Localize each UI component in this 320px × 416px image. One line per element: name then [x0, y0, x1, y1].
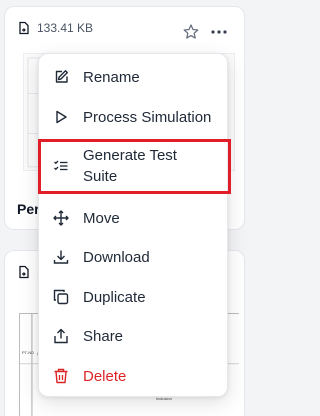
file-icon [19, 21, 29, 35]
menu-item-share[interactable]: Share [39, 325, 229, 347]
menu-item-duplicate[interactable]: Duplicate [39, 286, 229, 308]
pencil-icon [55, 70, 68, 83]
menu-item-download[interactable]: Download [39, 246, 229, 268]
menu-item-process-simulation[interactable]: Process Simulation [39, 106, 229, 128]
checklist-icon [54, 160, 68, 171]
menu-item-label: Share [83, 327, 124, 345]
menu-item-label: Download [83, 248, 150, 266]
menu-item-label: Move [83, 209, 120, 227]
move-arrows-icon [53, 210, 69, 226]
trash-icon [54, 368, 68, 384]
duplicate-icon [53, 289, 69, 305]
menu-item-generate-test-suite[interactable]: Generate Test Suite [39, 144, 229, 188]
file-context-menu: Rename Process Simulation Generate Test … [38, 53, 228, 397]
menu-item-label: Rename [83, 68, 140, 86]
download-icon [53, 250, 69, 264]
menu-item-label-line: Suite [83, 168, 118, 185]
diagram-label: PT-ND [22, 350, 34, 355]
menu-item-rename[interactable]: Rename [39, 66, 229, 88]
share-icon [54, 328, 68, 344]
menu-item-label-line: Generate Test [83, 147, 177, 164]
menu-item-label: Delete [83, 367, 127, 385]
file-title: Per [17, 201, 40, 217]
play-icon [56, 110, 67, 124]
menu-item-label: Duplicate [83, 288, 146, 306]
star-icon[interactable] [182, 23, 200, 41]
menu-item-label: Process Simulation [83, 108, 212, 126]
more-options-icon[interactable] [210, 24, 228, 40]
menu-item-delete[interactable]: Delete [39, 365, 229, 387]
menu-item-label: Generate Test Suite [83, 145, 177, 187]
menu-item-move[interactable]: Move [39, 207, 229, 229]
file-size: 133.41 KB [37, 21, 94, 35]
file-icon [19, 265, 29, 279]
file-meta: 133.41 KB [17, 21, 93, 35]
